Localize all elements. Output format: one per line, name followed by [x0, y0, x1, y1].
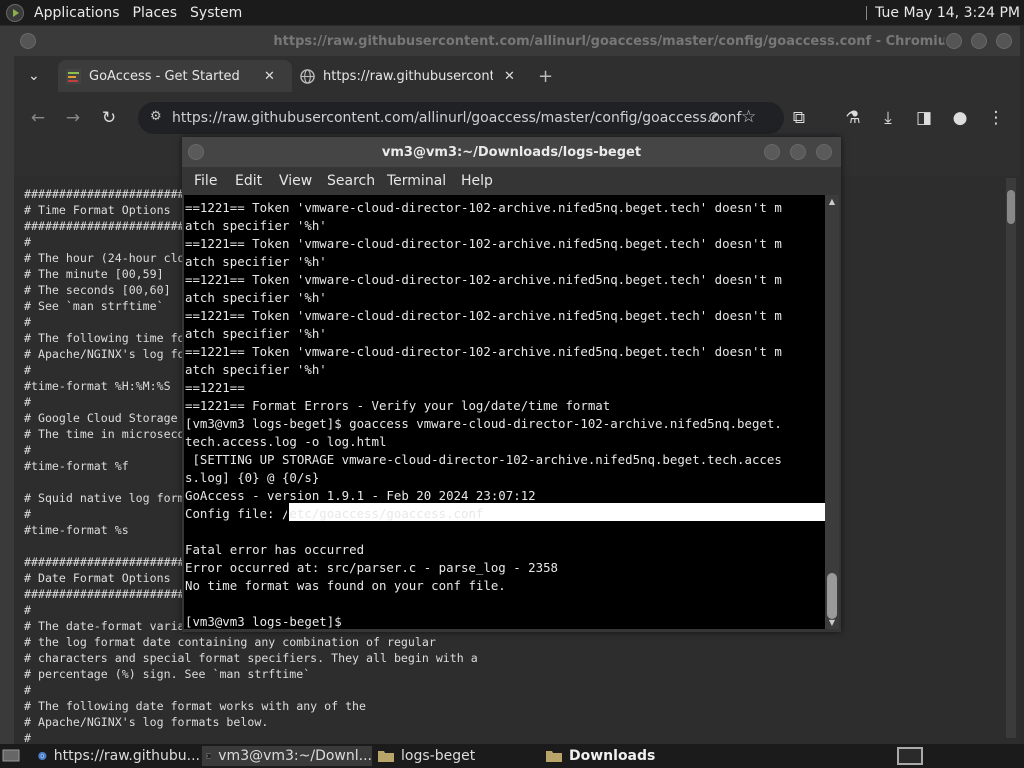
taskbar-item-label: vm3@vm3:~/Downl...: [218, 748, 372, 764]
tab-list-button[interactable]: ⌄: [28, 60, 40, 92]
scroll-up-arrow-icon[interactable]: ▲: [827, 197, 837, 206]
folder-icon: [546, 751, 562, 762]
url-text[interactable]: https://raw.githubusercontent.com/allinu…: [172, 110, 741, 126]
labs-flask-icon[interactable]: ⚗: [843, 108, 863, 128]
text-cursor: [287, 503, 289, 521]
globe-icon: [300, 68, 315, 84]
taskbar-item-label: Downloads: [569, 748, 656, 764]
taskbar-item-logs-beget[interactable]: logs-beget: [374, 746, 538, 766]
side-panel-icon[interactable]: ◨: [914, 108, 934, 128]
taskbar-item-downloads[interactable]: Downloads: [542, 746, 706, 766]
new-tab-button[interactable]: +: [538, 60, 553, 92]
terminal-text[interactable]: ==1221== Token 'vmware-cloud-director-10…: [185, 199, 782, 629]
taskbar-item-label: logs-beget: [401, 748, 476, 764]
chromium-icon: [38, 751, 47, 761]
page-scroll-thumb[interactable]: [1007, 190, 1015, 224]
close-button[interactable]: [994, 31, 1014, 51]
workspace-switcher[interactable]: [897, 747, 923, 765]
more-menu-icon[interactable]: ⋮: [986, 108, 1006, 128]
menu-file[interactable]: File: [194, 173, 217, 189]
taskbar-item-chromium[interactable]: https://raw.githubu...: [34, 746, 200, 766]
forward-arrow-icon[interactable]: →: [63, 108, 83, 128]
address-bar[interactable]: ⚙ https://raw.githubusercontent.com/alli…: [138, 102, 784, 134]
minimize-button[interactable]: [762, 142, 782, 162]
taskbar-item-label: https://raw.githubu...: [53, 748, 200, 764]
terminal-menubar: File Edit View Search Terminal Help: [182, 167, 841, 195]
top-panel: Applications Places System Tue May 14, 3…: [0, 0, 1024, 25]
menu-system[interactable]: System: [186, 5, 251, 21]
site-info-icon[interactable]: ⚙: [150, 109, 162, 124]
menu-view[interactable]: View: [279, 173, 312, 189]
minimize-button[interactable]: [944, 31, 964, 51]
show-desktop-button[interactable]: [2, 746, 22, 766]
scroll-down-arrow-icon[interactable]: ▼: [827, 618, 837, 627]
menu-search[interactable]: Search: [327, 173, 375, 189]
reload-icon[interactable]: ↻: [99, 108, 119, 128]
goaccess-favicon-icon: [66, 68, 81, 84]
tab-label: GoAccess - Get Started: [89, 68, 240, 84]
tab-label: https://raw.githubuserconten: [323, 68, 493, 84]
terminal-titlebar[interactable]: vm3@vm3:~/Downloads/logs-beget: [182, 137, 841, 167]
maximize-button[interactable]: [788, 142, 808, 162]
applications-logo-icon[interactable]: [6, 3, 24, 22]
terminal-window-title: vm3@vm3:~/Downloads/logs-beget: [381, 145, 642, 160]
terminal-scroll-thumb[interactable]: [827, 573, 837, 619]
folder-icon: [378, 751, 394, 762]
toolbar: ← → ↻ ⚙ https://raw.githubusercontent.co…: [14, 98, 1020, 138]
menu-places[interactable]: Places: [129, 5, 187, 21]
download-icon[interactable]: ⤓: [878, 108, 898, 128]
menu-applications[interactable]: Applications: [34, 5, 129, 21]
chromium-window-title: https://raw.githubusercontent.com/allinu…: [273, 34, 961, 49]
tab-goaccess[interactable]: GoAccess - Get Started ✕: [58, 60, 292, 92]
terminal-scrollbar[interactable]: ▲ ▼: [825, 195, 839, 629]
page-scrollbar[interactable]: [1006, 178, 1016, 738]
menu-edit[interactable]: Edit: [235, 173, 262, 189]
desktop-icon: [2, 749, 20, 762]
menu-terminal[interactable]: Terminal: [387, 173, 446, 189]
eye-off-icon[interactable]: ⊘: [708, 108, 721, 126]
clock[interactable]: Tue May 14, 3:24 PM: [875, 5, 1020, 21]
extensions-icon[interactable]: ⧉: [789, 108, 809, 128]
tab-close-icon[interactable]: ✕: [264, 69, 275, 84]
background-window-edge: [0, 26, 14, 744]
close-button[interactable]: [814, 142, 834, 162]
terminal-output[interactable]: ==1221== Token 'vmware-cloud-director-10…: [184, 195, 825, 629]
maximize-button[interactable]: [969, 31, 989, 51]
tab-close-icon[interactable]: ✕: [504, 69, 515, 84]
chevron-down-icon: ⌄: [28, 68, 40, 84]
terminal-window: vm3@vm3:~/Downloads/logs-beget File Edit…: [182, 137, 841, 632]
tab-strip: ⌄ GoAccess - Get Started ✕ https://raw.g…: [14, 60, 1020, 92]
taskbar-item-terminal[interactable]: vm3@vm3:~/Downl...: [202, 746, 372, 766]
bookmark-star-icon[interactable]: ☆: [741, 107, 756, 127]
menu-help[interactable]: Help: [461, 173, 493, 189]
panel-separator: [866, 5, 868, 20]
back-arrow-icon[interactable]: ←: [28, 108, 48, 128]
profile-avatar-icon[interactable]: ●: [950, 108, 970, 128]
terminal-icon: [206, 753, 212, 759]
chromium-titlebar[interactable]: https://raw.githubusercontent.com/allinu…: [14, 26, 1020, 56]
taskbar: https://raw.githubu... vm3@vm3:~/Downl..…: [0, 744, 1024, 768]
tab-raw-github[interactable]: https://raw.githubuserconten ✕: [300, 60, 530, 92]
